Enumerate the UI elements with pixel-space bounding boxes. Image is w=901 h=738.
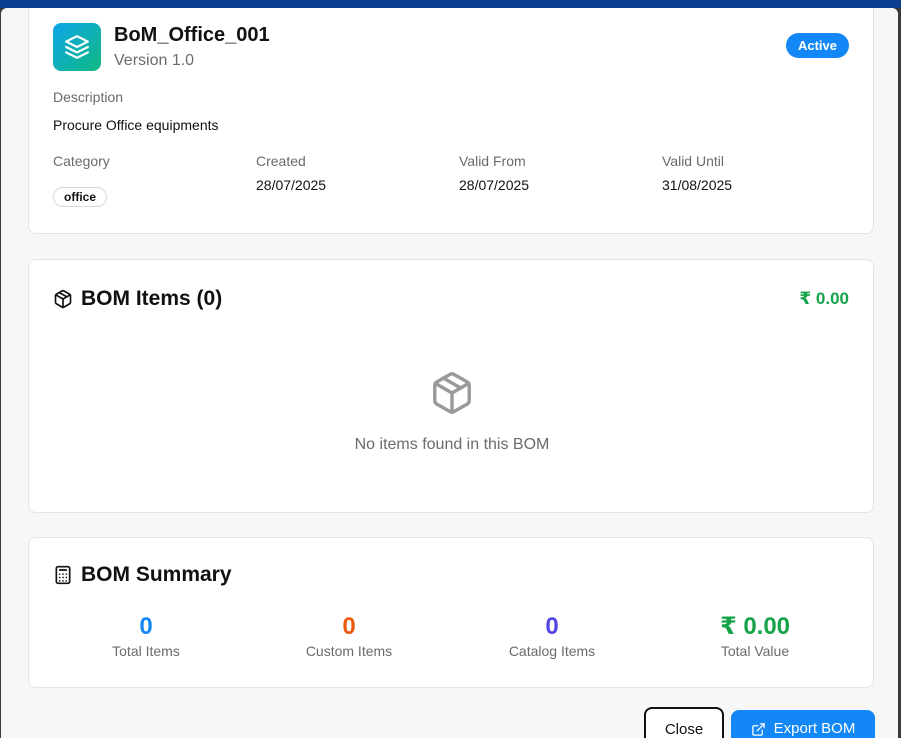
empty-state-text: No items found in this BOM xyxy=(354,436,550,453)
bom-items-card: BOM Items (0) ₹ 0.00 No items found in t… xyxy=(28,259,874,513)
bom-title: BoM_Office_001 xyxy=(114,24,270,46)
valid-until-label: Valid Until xyxy=(662,153,724,169)
stat-label: Total Items xyxy=(112,643,180,659)
export-bom-label: Export BOM xyxy=(773,720,856,737)
stat-catalog-items: 0 Catalog Items xyxy=(452,613,652,659)
bom-summary-card: BOM Summary 0 Total Items 0 Custom Items… xyxy=(28,537,874,688)
stat-label: Custom Items xyxy=(305,643,393,659)
package-icon xyxy=(53,289,73,309)
created-value: 28/07/2025 xyxy=(256,177,327,193)
stat-custom-items: 0 Custom Items xyxy=(249,613,449,659)
bom-items-title: BOM Items (0) xyxy=(81,287,223,310)
description-label: Description xyxy=(53,89,124,105)
valid-until-value: 31/08/2025 xyxy=(662,177,733,193)
bom-header-card: BoM_Office_001 Version 1.0 Active Descri… xyxy=(28,8,874,234)
close-button[interactable]: Close xyxy=(644,707,724,738)
valid-from-label: Valid From xyxy=(459,153,526,169)
category-label: Category xyxy=(53,153,110,169)
category-chip: office xyxy=(53,187,108,207)
description-value: Procure Office equipments xyxy=(53,117,219,133)
close-button-label: Close xyxy=(664,721,704,738)
bom-summary-title: BOM Summary xyxy=(81,563,232,586)
calculator-icon xyxy=(53,565,73,585)
app-top-bar xyxy=(0,0,901,8)
bom-summary-heading: BOM Summary xyxy=(53,563,232,587)
bom-items-heading: BOM Items (0) xyxy=(53,287,222,311)
stat-value: ₹ 0.00 xyxy=(719,613,791,640)
stat-label: Total Value xyxy=(720,643,790,659)
stat-value: 0 xyxy=(139,613,153,640)
stat-total-items: 0 Total Items xyxy=(46,613,246,659)
stat-value: 0 xyxy=(545,613,559,640)
stat-label: Catalog Items xyxy=(508,643,596,659)
layers-icon xyxy=(53,23,101,71)
created-label: Created xyxy=(256,153,306,169)
external-link-icon xyxy=(751,720,766,737)
stat-total-value: ₹ 0.00 Total Value xyxy=(655,613,855,659)
valid-from-value: 28/07/2025 xyxy=(459,177,530,193)
export-bom-button[interactable]: Export BOM xyxy=(731,710,875,738)
bom-details-modal: BoM_Office_001 Version 1.0 Active Descri… xyxy=(1,8,898,738)
package-icon xyxy=(429,370,475,421)
status-badge: Active xyxy=(785,33,849,58)
bom-items-total: ₹ 0.00 xyxy=(799,289,849,308)
stat-value: 0 xyxy=(342,613,356,640)
bom-version: Version 1.0 xyxy=(114,52,195,69)
